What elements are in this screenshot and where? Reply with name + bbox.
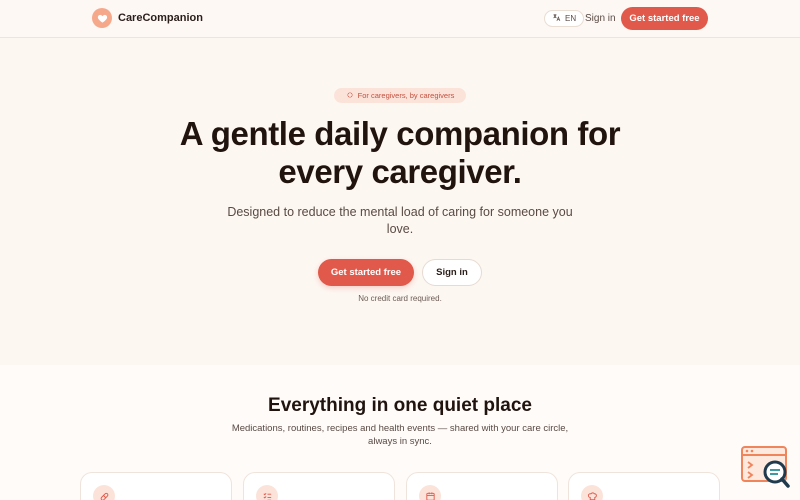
translate-icon	[552, 13, 561, 24]
hero-subtitle: Designed to reduce the mental load of ca…	[227, 205, 573, 236]
no-credit-card-note: No credit card required.	[358, 294, 442, 303]
top-navbar: CareCompanion EN Sign in Get started fre…	[0, 0, 800, 38]
signin-button[interactable]: Sign in	[422, 259, 482, 286]
features-subtitle: Medications, routines, recipes and healt…	[231, 423, 569, 447]
support-widget[interactable]	[741, 446, 791, 490]
code-search-icon	[741, 446, 790, 488]
hero-title-line2: every caregiver.	[278, 153, 522, 190]
feature-card-events[interactable]	[406, 472, 558, 500]
nav-get-started-button[interactable]: Get started free	[621, 7, 708, 30]
feature-card-medications[interactable]	[80, 472, 232, 500]
pill-icon	[93, 485, 115, 500]
sparkle-icon	[346, 91, 354, 101]
calendar-icon	[419, 485, 441, 500]
hero-title-line1: A gentle daily companion for	[179, 115, 621, 152]
hero-title: A gentle daily companion for every careg…	[0, 115, 800, 191]
brand[interactable]: CareCompanion	[92, 8, 203, 28]
brand-name: CareCompanion	[118, 12, 203, 24]
features-title: Everything in one quiet place	[268, 395, 532, 416]
heart-logo-icon	[92, 8, 112, 28]
nav-signin-link[interactable]: Sign in	[585, 13, 616, 24]
feature-card-recipes[interactable]	[568, 472, 720, 500]
chef-hat-icon	[581, 485, 603, 500]
language-code: EN	[565, 14, 577, 23]
tagline-text: For caregivers, by caregivers	[357, 91, 455, 100]
get-started-button[interactable]: Get started free	[318, 259, 414, 286]
feature-card-routines[interactable]	[243, 472, 395, 500]
language-selector[interactable]: EN	[544, 10, 585, 27]
tagline-pill: For caregivers, by caregivers	[334, 88, 466, 103]
checklist-icon	[256, 485, 278, 500]
